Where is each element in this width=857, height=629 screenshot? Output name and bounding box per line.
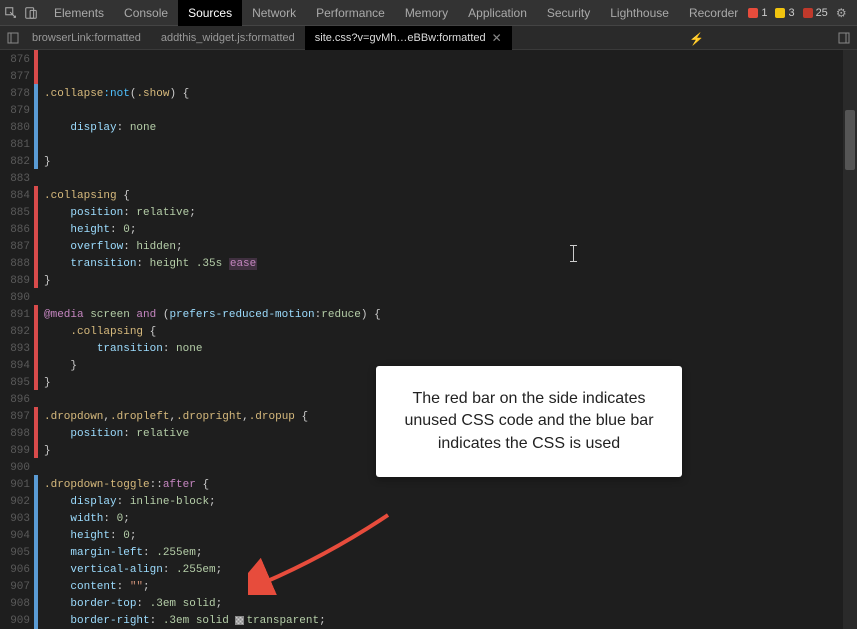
text-cursor-icon <box>573 245 574 262</box>
tab-network[interactable]: Network <box>242 0 306 26</box>
line-numbers: 8768778788798808818828838848858868878888… <box>4 50 34 629</box>
file-tab[interactable]: addthis_widget.js:formatted <box>151 26 305 50</box>
gear-icon[interactable]: ⚙ <box>836 6 847 20</box>
message-badge[interactable]: 25 <box>803 7 828 19</box>
file-tab-label: site.css?v=gvMh…eBBw:formatted <box>315 26 486 50</box>
file-tab-label: browserLink:formatted <box>32 26 141 50</box>
code-content[interactable]: .collapse:not(.show) { display: none}.co… <box>38 50 857 629</box>
color-swatch-icon[interactable] <box>235 616 244 625</box>
snippets-toggle-icon[interactable] <box>835 29 853 47</box>
tab-memory[interactable]: Memory <box>395 0 458 26</box>
tab-application[interactable]: Application <box>458 0 537 26</box>
file-tab[interactable]: site.css?v=gvMh…eBBw:formatted✕ <box>305 26 512 50</box>
navigator-toggle-icon[interactable] <box>4 29 22 47</box>
annotation-callout: The red bar on the side indicates unused… <box>376 366 682 477</box>
tab-lighthouse[interactable]: Lighthouse <box>600 0 679 26</box>
scrollbar-thumb[interactable] <box>845 110 855 170</box>
error-badge[interactable]: 1 <box>748 7 767 19</box>
inspect-icon[interactable] <box>4 6 18 20</box>
tab-sources[interactable]: Sources <box>178 0 242 26</box>
tab-console[interactable]: Console <box>114 0 178 26</box>
tab-performance[interactable]: Performance <box>306 0 395 26</box>
tab-recorder[interactable]: Recorder ⚡ <box>679 0 748 26</box>
file-tab-label: addthis_widget.js:formatted <box>161 26 295 50</box>
scrollbar-track[interactable] <box>843 50 857 629</box>
close-tab-icon[interactable]: ✕ <box>492 26 502 50</box>
device-toggle-icon[interactable] <box>24 6 38 20</box>
devtools-tabbar: ElementsConsoleSourcesNetworkPerformance… <box>0 0 857 26</box>
code-editor[interactable]: 8768778788798808818828838848858868878888… <box>0 50 857 629</box>
warning-badge[interactable]: 3 <box>775 7 794 19</box>
file-tabbar: browserLink:formatted addthis_widget.js:f… <box>0 26 857 50</box>
tab-elements[interactable]: Elements <box>44 0 114 26</box>
tab-security[interactable]: Security <box>537 0 600 26</box>
file-tab[interactable]: browserLink:formatted <box>22 26 151 50</box>
